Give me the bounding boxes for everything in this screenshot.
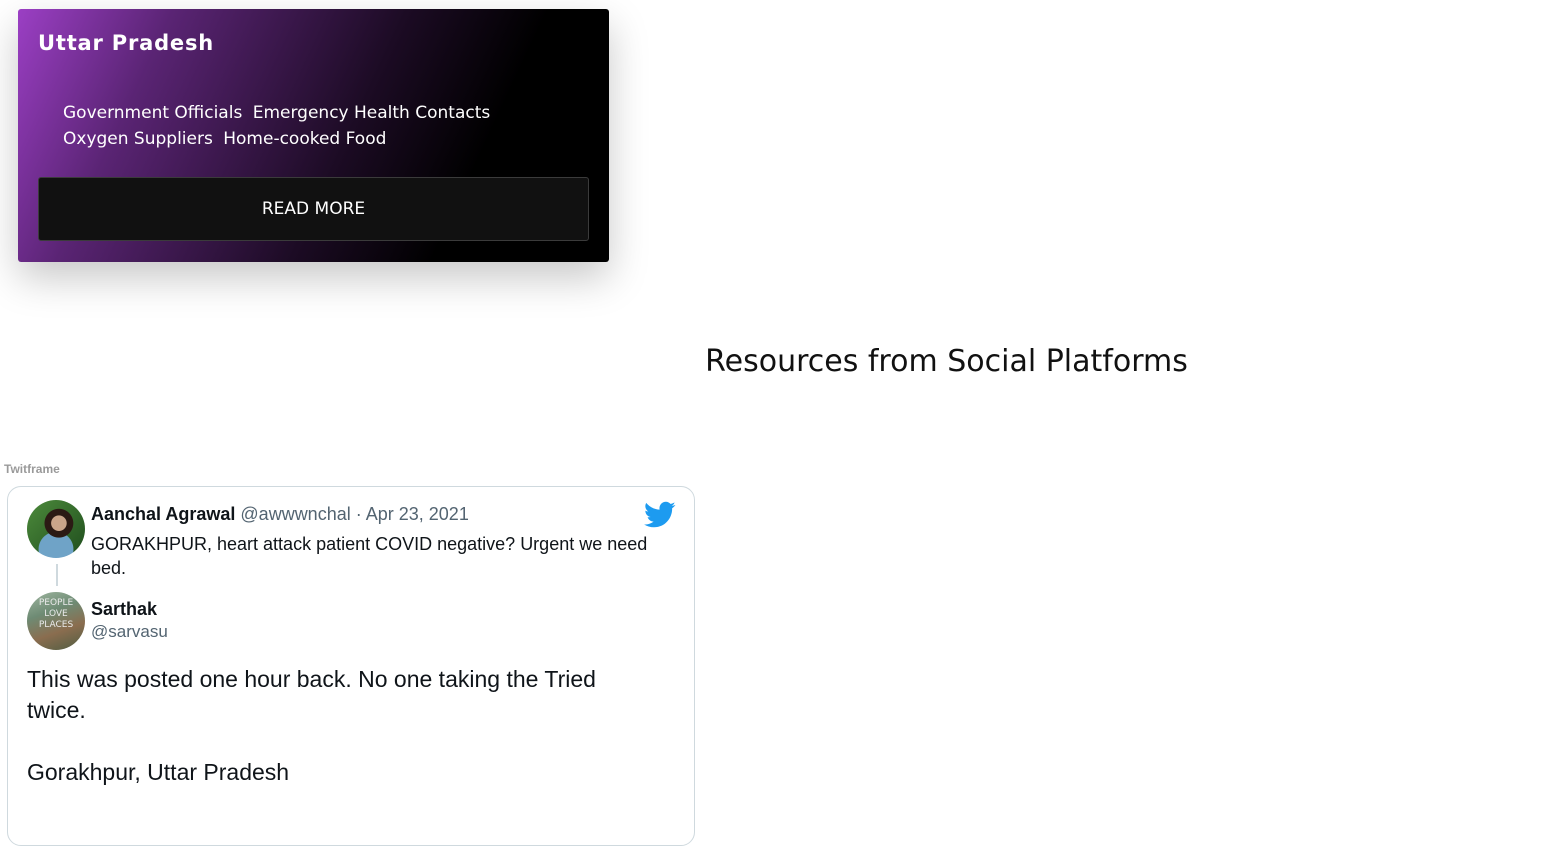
link-emergency-health-contacts[interactable]: Emergency Health Contacts [253, 103, 491, 123]
tweet-embed[interactable]: Aanchal Agrawal @awwwnchal · Apr 23, 202… [7, 486, 695, 846]
link-government-officials[interactable]: Government Officials [63, 103, 242, 123]
reply-author-name[interactable]: Aanchal Agrawal [91, 504, 235, 524]
read-more-button[interactable]: READ MORE [38, 177, 589, 241]
main-tweet-line-1: This was posted one hour back. No one ta… [27, 666, 596, 723]
state-card: Uttar Pradesh Government Officials Emerg… [18, 9, 609, 262]
main-tweet-text: This was posted one hour back. No one ta… [27, 664, 657, 788]
twitframe-label: Twitframe [4, 462, 60, 476]
card-title: Uttar Pradesh [38, 31, 215, 55]
link-home-cooked-food[interactable]: Home-cooked Food [223, 129, 386, 149]
section-heading: Resources from Social Platforms [705, 344, 1188, 379]
card-link-list: Government Officials Emergency Health Co… [63, 100, 533, 152]
tweet-date[interactable]: Apr 23, 2021 [366, 504, 469, 524]
main-author-handle[interactable]: @sarvasu [91, 622, 168, 642]
reply-author-handle[interactable]: @awwwnchal [240, 504, 350, 524]
reply-tweet-text: GORAKHPUR, heart attack patient COVID ne… [91, 534, 648, 578]
avatar-sarthak-text: PEOPLE LOVE PLACES [38, 598, 74, 630]
separator-dot: · [355, 504, 362, 524]
twitter-bird-icon[interactable] [644, 501, 676, 529]
thread-connector-line [56, 564, 58, 586]
avatar-sarthak[interactable]: PEOPLE LOVE PLACES [27, 592, 85, 650]
main-tweet-line-2: Gorakhpur, Uttar Pradesh [27, 759, 290, 785]
link-oxygen-suppliers[interactable]: Oxygen Suppliers [63, 129, 213, 149]
avatar-aanchal[interactable] [27, 500, 85, 558]
main-author-name[interactable]: Sarthak [91, 599, 157, 620]
reply-author-row: Aanchal Agrawal @awwwnchal · Apr 23, 202… [91, 504, 469, 525]
